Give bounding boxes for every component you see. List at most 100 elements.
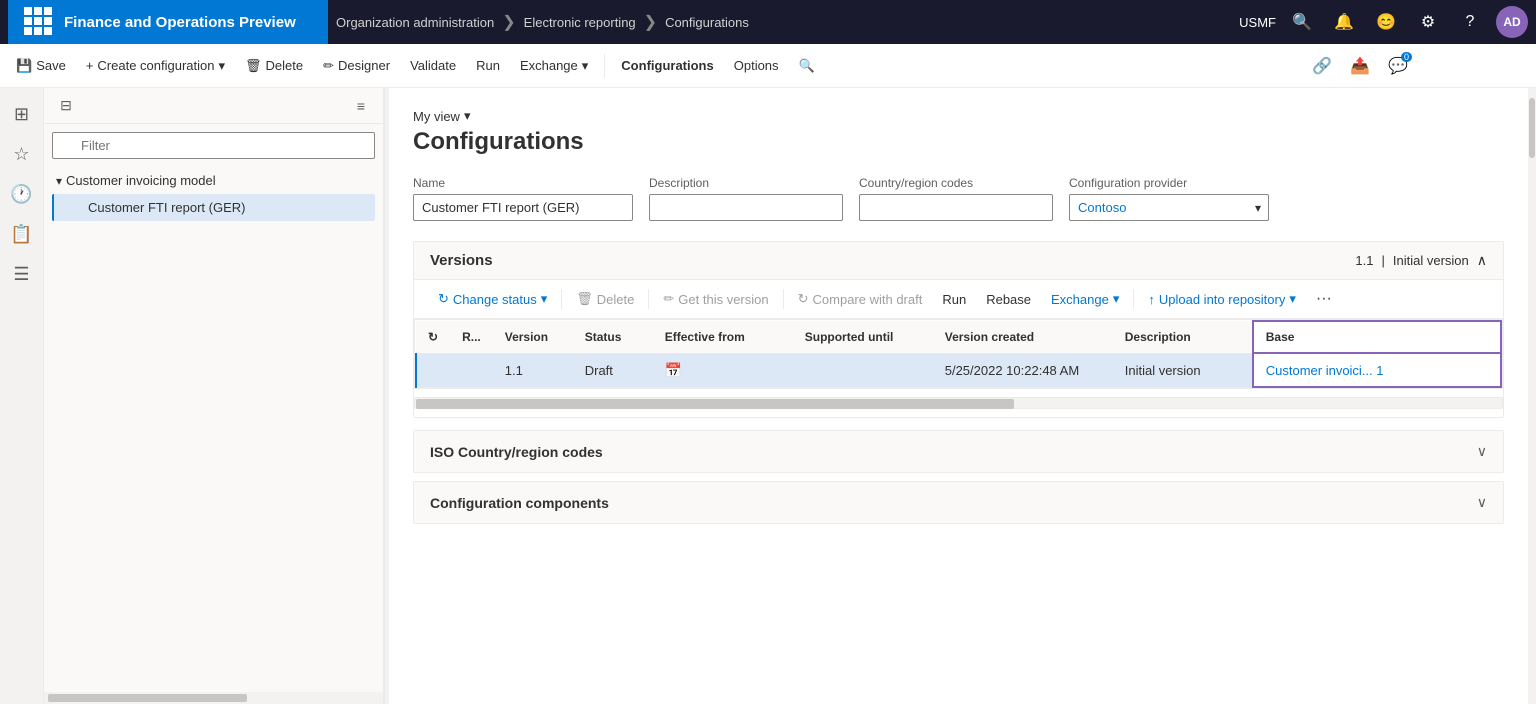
search-cmd-button[interactable]: 🔍 (791, 52, 823, 80)
notification-icon[interactable]: 🔔 (1328, 6, 1360, 38)
app-title: Finance and Operations Preview (64, 14, 296, 31)
breadcrumb-item-3[interactable]: Configurations (665, 15, 749, 30)
td-base[interactable]: Customer invoici... 1 (1253, 353, 1501, 387)
cmd-separator-1 (604, 54, 605, 78)
vtool-delete-button[interactable]: 🗑 Delete (568, 287, 642, 311)
top-icons: USMF 🔍 🔔 😊 ⚙ ? AD (1239, 6, 1528, 38)
nav-settings-icon[interactable]: ≡ (343, 88, 379, 124)
help-icon[interactable]: ? (1454, 6, 1486, 38)
td-status: Draft (573, 353, 653, 387)
bookmark-icon[interactable]: 🔗 (1306, 50, 1338, 82)
versions-title: Versions (430, 252, 493, 269)
create-configuration-button[interactable]: + Create configuration ▾ (78, 52, 233, 80)
tree-child-label: Customer FTI report (GER) (88, 200, 245, 215)
breadcrumb-item-2[interactable]: Electronic reporting (524, 15, 636, 30)
horizontal-scrollbar[interactable] (414, 397, 1503, 409)
th-supported[interactable]: Supported until (793, 321, 933, 353)
refresh-icon[interactable]: ↻ (1420, 50, 1452, 82)
filter-input[interactable] (52, 132, 375, 159)
th-description[interactable]: Description (1113, 321, 1253, 353)
iso-header[interactable]: ISO Country/region codes ∨ (414, 431, 1503, 472)
sidebar-icon-home[interactable]: ⊞ (4, 96, 40, 132)
versions-section: Versions 1.1 | Initial version ∧ ↻ Chang… (413, 241, 1504, 418)
provider-select[interactable]: Contoso (1069, 194, 1269, 221)
tree-parent-invoicing[interactable]: ▾ Customer invoicing model (52, 167, 375, 194)
right-scrollbar[interactable] (1528, 88, 1536, 704)
run-button[interactable]: Run (468, 52, 508, 79)
smiley-icon[interactable]: 😊 (1370, 6, 1402, 38)
th-r[interactable]: R... (450, 321, 493, 353)
settings-icon[interactable]: ⚙ (1412, 6, 1444, 38)
config-chevron-icon: ∨ (1477, 494, 1487, 511)
config-header[interactable]: Configuration components ∨ (414, 482, 1503, 523)
config-section: Configuration components ∨ (413, 481, 1504, 524)
description-input[interactable] (649, 194, 843, 221)
app-title-bar: Finance and Operations Preview (8, 0, 328, 44)
filter-icon-nav[interactable]: ⊟ (48, 88, 84, 124)
version-label-sep: | (1381, 253, 1384, 268)
vtool-sep-1 (561, 289, 562, 309)
td-r (450, 353, 493, 387)
designer-icon: ✏ (323, 58, 334, 74)
calendar-icon[interactable]: 📅 (665, 362, 682, 378)
th-status[interactable]: Status (573, 321, 653, 353)
name-input[interactable] (413, 194, 633, 221)
upload-repository-button[interactable]: ↑ Upload into repository ▾ (1140, 287, 1304, 311)
share-icon[interactable]: 📤 (1344, 50, 1376, 82)
vtool-more-button[interactable]: ··· (1308, 286, 1340, 312)
table-row[interactable]: 1.1 Draft 📅 5/25/2022 10:22:48 AM Initia… (416, 353, 1501, 387)
config-title: Configuration components (430, 495, 609, 511)
validate-button[interactable]: Validate (402, 52, 464, 79)
sidebar-icon-modules[interactable]: ☰ (4, 256, 40, 292)
version-label: Initial version (1393, 253, 1469, 268)
change-status-button[interactable]: ↻ Change status ▾ (430, 287, 555, 311)
sidebar-icon-workspaces[interactable]: 📋 (4, 216, 40, 252)
search-icon[interactable]: 🔍 (1286, 6, 1318, 38)
sidebar-icon-favorites[interactable]: ☆ (4, 136, 40, 172)
configurations-button[interactable]: Configurations (613, 52, 721, 79)
tree-child-fti[interactable]: Customer FTI report (GER) (52, 194, 375, 221)
description-label: Description (649, 176, 843, 190)
create-icon: + (86, 58, 94, 73)
breadcrumb: Organization administration ❯ Electronic… (336, 12, 1231, 32)
country-input[interactable] (859, 194, 1053, 221)
designer-button[interactable]: ✏ Designer (315, 52, 398, 80)
sidebar-icon-recent[interactable]: 🕐 (4, 176, 40, 212)
view-chevron-icon: ▾ (464, 108, 471, 124)
compare-draft-button[interactable]: ↻ Compare with draft (790, 287, 931, 311)
th-version[interactable]: Version (493, 321, 573, 353)
save-icon: 💾 (16, 58, 32, 74)
rebase-button[interactable]: Rebase (978, 288, 1039, 311)
delete-icon: 🗑 (245, 58, 262, 74)
right-scroll-thumb (1529, 98, 1535, 158)
tree-arrow-icon: ▾ (56, 174, 62, 188)
options-button[interactable]: Options (726, 52, 787, 79)
view-label[interactable]: My view ▾ (413, 108, 1504, 124)
iso-title: ISO Country/region codes (430, 444, 603, 460)
versions-chevron-icon[interactable]: ∧ (1477, 252, 1487, 269)
th-created[interactable]: Version created (933, 321, 1113, 353)
form-row: Name Description Country/region codes Co… (413, 176, 1504, 221)
user-avatar[interactable]: AD (1496, 6, 1528, 38)
td-description: Initial version (1113, 353, 1253, 387)
open-new-icon[interactable]: ⧉ (1458, 50, 1490, 82)
td-sync (416, 353, 450, 387)
exchange-chevron-icon: ▾ (582, 58, 589, 74)
th-effective[interactable]: Effective from (653, 321, 793, 353)
close-icon[interactable]: ✕ (1496, 50, 1528, 82)
breadcrumb-item-1[interactable]: Organization administration (336, 15, 494, 30)
th-base[interactable]: Base (1253, 321, 1501, 353)
delete-button[interactable]: 🗑 Delete (237, 52, 311, 80)
exchange-button[interactable]: Exchange ▾ (512, 52, 596, 80)
message-icon[interactable]: 💬 0 (1382, 50, 1414, 82)
version-number: 1.1 (1355, 253, 1373, 268)
get-version-button[interactable]: ✏ Get this version (655, 287, 776, 311)
nav-panel: ⊟ ≡ 🔍 ▾ Customer invoicing model Custome… (44, 88, 384, 704)
waffle-icon[interactable] (24, 7, 54, 37)
vtool-run-button[interactable]: Run (934, 288, 974, 311)
th-sync: ↻ (416, 321, 450, 353)
save-button[interactable]: 💾 Save (8, 52, 74, 80)
vtool-exchange-button[interactable]: Exchange ▾ (1043, 287, 1127, 311)
vtool-sep-2 (648, 289, 649, 309)
nav-scrollbar-thumb (48, 694, 247, 702)
